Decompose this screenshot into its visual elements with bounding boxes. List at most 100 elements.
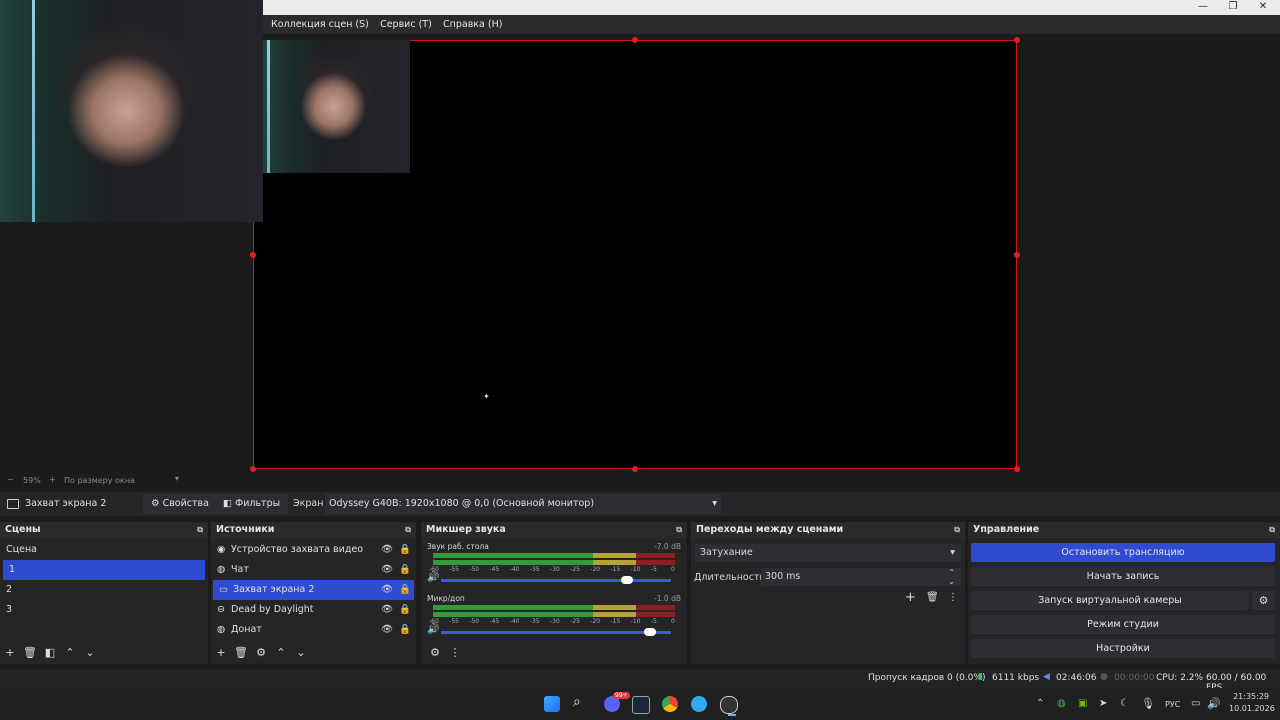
telegram-icon[interactable] <box>691 696 707 712</box>
resize-handle-top[interactable] <box>632 37 638 43</box>
source-item[interactable]: ⊖ Dead by Daylight 👁 🔒 <box>211 600 416 620</box>
chevron-down-icon[interactable]: ▾ <box>175 474 179 483</box>
channel-name: Микр/доп <box>427 594 465 603</box>
language-indicator[interactable]: РУС <box>1165 700 1180 709</box>
volume-icon[interactable]: 🔊 <box>427 572 439 583</box>
clock-date[interactable]: 10.01.2026 <box>1229 704 1275 713</box>
studio-mode-button[interactable]: Режим студии <box>971 615 1275 634</box>
source-item[interactable]: ◍ Донат 👁 🔒 <box>211 620 416 640</box>
lock-icon[interactable]: 🔒 <box>399 600 411 620</box>
lock-icon[interactable]: 🔒 <box>399 620 411 640</box>
scene-item[interactable]: 2 <box>0 580 208 600</box>
properties-button[interactable]: ⚙ Свойства <box>143 494 217 514</box>
resize-handle-left[interactable] <box>250 252 256 258</box>
volume-slider-handle[interactable] <box>621 576 633 584</box>
filters-button[interactable]: ◧ Фильтры <box>215 494 289 514</box>
eye-icon[interactable]: 👁 <box>381 620 393 640</box>
undock-icon[interactable]: ⧉ <box>954 522 960 538</box>
scene-item[interactable]: 3 <box>0 600 208 620</box>
gear-icon: ⚙ <box>151 498 160 509</box>
menu-tools[interactable]: Сервис (T) <box>376 15 436 34</box>
eye-icon[interactable]: 👁 <box>381 600 393 620</box>
chrome-icon[interactable] <box>662 696 678 712</box>
arrow-down-icon[interactable]: ⌄ <box>291 646 311 659</box>
arrow-up-icon[interactable]: ⌃ <box>60 646 80 659</box>
tray-app-icon[interactable]: ◍ <box>1057 698 1066 709</box>
undock-icon[interactable]: ⧉ <box>1269 522 1275 538</box>
resize-handle-bottom[interactable] <box>632 466 638 472</box>
add-icon[interactable]: + <box>0 646 20 659</box>
more-icon[interactable]: ⋮ <box>948 592 958 603</box>
virtual-camera-settings-button[interactable]: ⚙ <box>1252 591 1275 610</box>
volume-icon[interactable]: 🔊 <box>1207 697 1221 710</box>
zoom-fit-label[interactable]: По размеру окна <box>64 476 135 485</box>
network-icon[interactable]: ▭ <box>1191 698 1200 709</box>
zoom-out-button[interactable]: − <box>7 475 14 484</box>
settings-button[interactable]: Настройки <box>971 639 1275 658</box>
obs-icon[interactable] <box>720 696 738 714</box>
trash-icon[interactable]: 🗑 <box>20 646 40 659</box>
level-meter <box>636 553 675 558</box>
resize-handle-bottom-left[interactable] <box>250 466 256 472</box>
maximize-button[interactable]: ❐ <box>1218 0 1248 15</box>
moon-icon[interactable]: ☾ <box>1120 698 1129 709</box>
menu-scene-collection[interactable]: Коллекция сцен (S) <box>267 15 373 34</box>
link-gear-icon[interactable]: ⚙ <box>425 646 445 659</box>
duration-input[interactable]: 300 ms ⌃ ⌄ <box>761 568 961 586</box>
more-icon[interactable]: ⋮ <box>445 646 465 659</box>
stream-time: 02:46:06 <box>1056 673 1097 683</box>
source-item[interactable]: ◍ Чат 👁 🔒 <box>211 560 416 580</box>
eye-icon[interactable]: 👁 <box>381 540 393 560</box>
lock-icon[interactable]: 🔒 <box>399 540 411 560</box>
lock-icon[interactable]: 🔒 <box>399 560 411 580</box>
volume-slider[interactable] <box>441 631 671 634</box>
microphone-icon[interactable]: 🎙 <box>1141 697 1155 710</box>
scene-item[interactable]: Сцена <box>0 540 208 560</box>
source-item[interactable]: ◉ Устройство захвата видео 👁 🔒 <box>211 540 416 560</box>
undock-icon[interactable]: ⧉ <box>197 522 203 538</box>
arrow-up-icon[interactable]: ⌃ <box>271 646 291 659</box>
clock-time[interactable]: 21:35:29 <box>1229 692 1269 701</box>
volume-icon[interactable]: 🔊 <box>427 624 439 635</box>
gear-icon[interactable]: ⚙ <box>251 646 271 659</box>
volume-slider[interactable] <box>441 579 671 582</box>
add-transition-button[interactable]: + <box>905 590 916 605</box>
stepper-icon[interactable]: ⌃ ⌄ <box>948 568 955 586</box>
chevron-up-icon[interactable]: ⌃ <box>1036 698 1044 709</box>
trash-icon[interactable]: 🗑 <box>926 592 939 603</box>
zoom-in-button[interactable]: + <box>49 475 56 484</box>
signal-icon: ▮ <box>978 672 983 682</box>
arrow-down-icon[interactable]: ⌄ <box>80 646 100 659</box>
trash-icon[interactable]: 🗑 <box>231 646 251 659</box>
meter-tick-label: -45 <box>489 618 500 625</box>
resize-handle-bottom-right[interactable] <box>1014 466 1020 472</box>
source-label: Чат <box>231 564 249 575</box>
start-virtual-camera-button[interactable]: Запуск виртуальной камеры <box>971 591 1249 610</box>
start-recording-button[interactable]: Начать запись <box>971 567 1275 586</box>
filters-label: Фильтры <box>235 498 281 509</box>
lock-icon[interactable]: 🔒 <box>399 580 411 600</box>
minimize-button[interactable]: — <box>1188 0 1218 15</box>
screen-select[interactable]: Odyssey G40B: 1920x1080 @ 0,0 (Основной … <box>325 494 721 514</box>
stop-streaming-button[interactable]: Остановить трансляцию <box>971 543 1275 562</box>
transition-select[interactable]: Затухание ▾ <box>695 544 961 562</box>
undock-icon[interactable]: ⧉ <box>676 522 682 538</box>
nvidia-icon[interactable]: ▣ <box>1078 698 1087 709</box>
scene-item[interactable]: 1 <box>3 560 205 580</box>
source-item[interactable]: ▭ Захват экрана 2 👁 🔒 <box>213 580 414 600</box>
telegram-tray-icon[interactable]: ➤ <box>1099 698 1107 709</box>
windows-start-icon[interactable] <box>544 696 560 712</box>
resize-handle-top-right[interactable] <box>1014 37 1020 43</box>
resize-handle-right[interactable] <box>1014 252 1020 258</box>
add-icon[interactable]: + <box>211 646 231 659</box>
menu-help[interactable]: Справка (H) <box>439 15 506 34</box>
undock-icon[interactable]: ⧉ <box>405 522 411 538</box>
steam-icon[interactable] <box>632 696 650 714</box>
filter-icon[interactable]: ◧ <box>40 646 60 659</box>
eye-icon[interactable]: 👁 <box>381 580 393 600</box>
volume-slider-handle[interactable] <box>644 628 656 636</box>
eye-icon[interactable]: 👁 <box>381 560 393 580</box>
browser-icon: ◍ <box>217 624 226 635</box>
close-button[interactable]: ✕ <box>1248 0 1278 15</box>
search-icon[interactable]: ⌕ <box>573 694 581 710</box>
